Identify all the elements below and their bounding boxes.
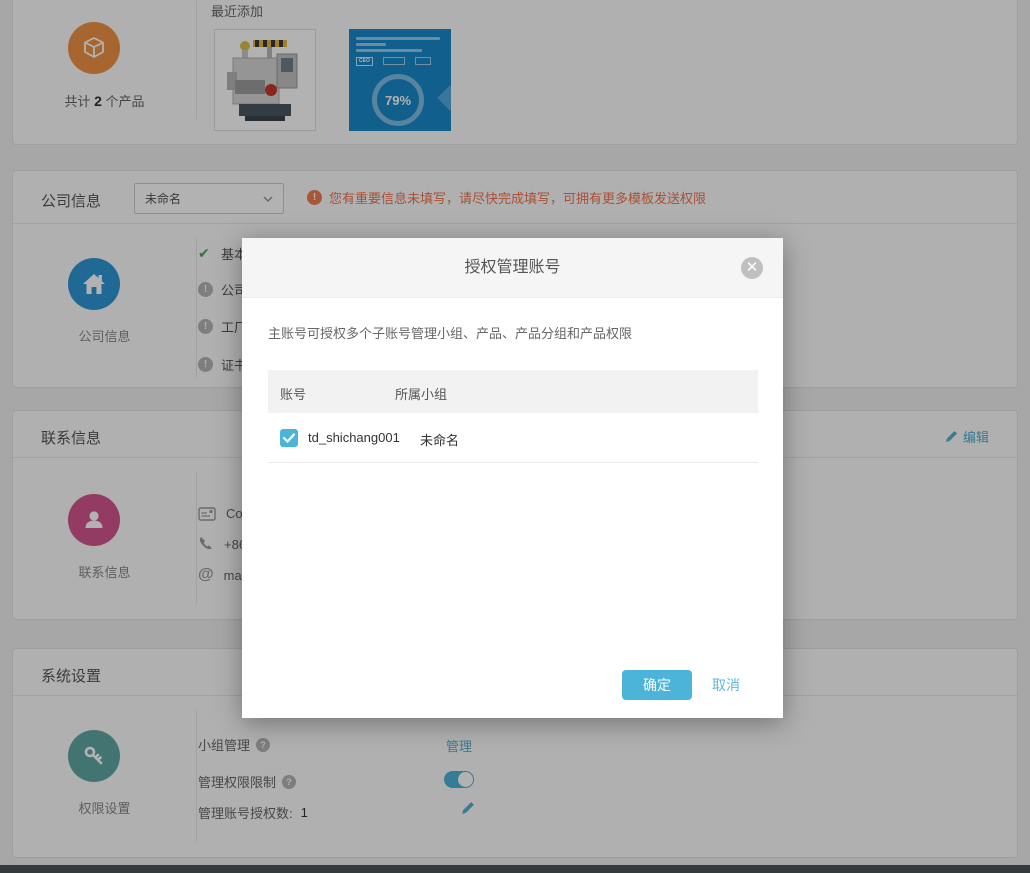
close-icon[interactable]: ✕ bbox=[741, 257, 763, 279]
account-group: 未命名 bbox=[420, 430, 459, 449]
modal-header: 授权管理账号 ✕ bbox=[242, 238, 783, 298]
account-checkbox-checked[interactable] bbox=[280, 429, 298, 447]
modal-title: 授权管理账号 bbox=[242, 238, 783, 298]
ok-button[interactable]: 确定 bbox=[622, 670, 692, 700]
accounts-table-header: 账号 所属小组 bbox=[268, 370, 758, 413]
column-header-group: 所属小组 bbox=[395, 384, 447, 403]
cancel-button[interactable]: 取消 bbox=[712, 670, 740, 700]
accounts-table: 账号 所属小组 td_shichang001 未命名 bbox=[268, 370, 758, 463]
account-row: td_shichang001 未命名 bbox=[268, 413, 758, 463]
check-icon bbox=[283, 433, 295, 443]
authorize-accounts-modal: 授权管理账号 ✕ 主账号可授权多个子账号管理小组、产品、产品分组和产品权限 账号… bbox=[242, 238, 783, 718]
account-name: td_shichang001 bbox=[308, 430, 400, 445]
column-header-account: 账号 bbox=[280, 384, 306, 403]
modal-description: 主账号可授权多个子账号管理小组、产品、产品分组和产品权限 bbox=[268, 323, 757, 342]
